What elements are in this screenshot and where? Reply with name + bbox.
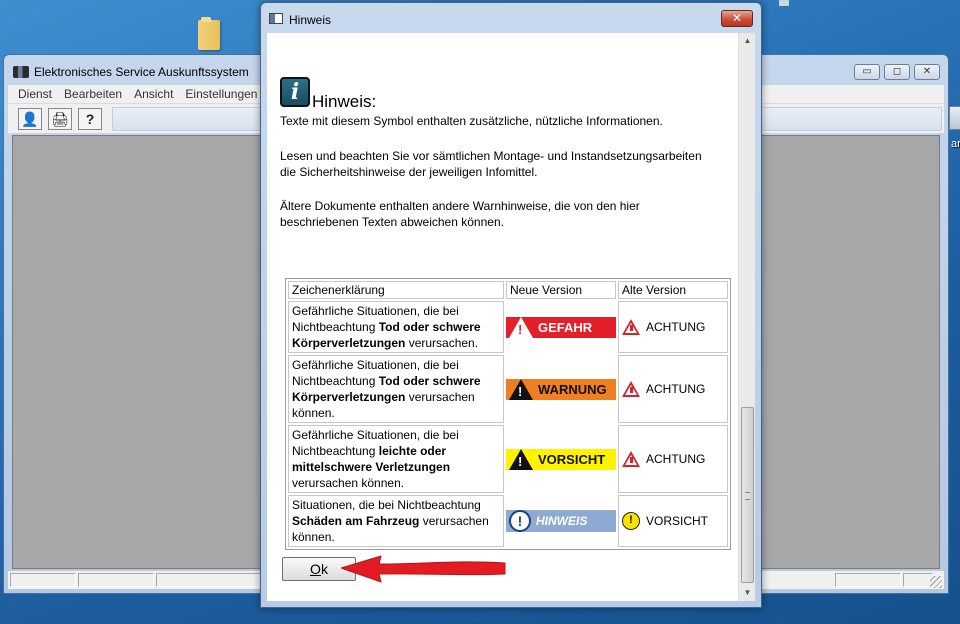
background-window-edge — [779, 0, 789, 6]
symbol-legend-table: Zeichenerklärung Neue Version Alte Versi… — [285, 278, 731, 550]
dialog-title: Hinweis — [289, 13, 332, 27]
table-row: Gefährliche Situationen, die bei Nichtbe… — [288, 355, 728, 423]
sign-label: GEFAHR — [538, 319, 593, 335]
old-warning-triangle-icon — [622, 451, 640, 467]
toolbar-user-button[interactable]: 👤 — [18, 108, 42, 130]
old-version-sign: ! VORSICHT — [618, 495, 728, 547]
new-version-sign: ! WARNUNG — [506, 355, 616, 423]
legacy-paragraph: Ältere Dokumente enthalten andere Warnhi… — [280, 199, 640, 229]
desktop-shortcut-label[interactable]: ar — [951, 138, 960, 150]
app-icon — [13, 66, 29, 78]
menu-dienst[interactable]: Dienst — [18, 87, 52, 101]
status-cell-3 — [156, 573, 266, 587]
header-alte-version: Alte Version — [618, 281, 728, 299]
new-version-sign: ! HINWEIS — [506, 495, 616, 547]
dialog-content-area: ▲ ▼ i Hinweis: Texte mit diesem Symbol e… — [267, 33, 755, 601]
desc-text: verursachen können. — [292, 476, 405, 490]
menu-ansicht[interactable]: Ansicht — [134, 87, 173, 101]
warnung-sign: ! WARNUNG — [506, 378, 616, 400]
new-version-sign: ! VORSICHT — [506, 425, 616, 493]
warning-triangle-icon: ! — [509, 448, 533, 470]
menu-bearbeiten[interactable]: Bearbeiten — [64, 87, 122, 101]
ok-accelerator: O — [310, 561, 321, 577]
old-sign-label: ACHTUNG — [646, 452, 706, 466]
vorsicht-sign: ! VORSICHT — [506, 448, 616, 470]
gefahr-sign: ! GEFAHR — [506, 316, 616, 338]
table-row: Gefährliche Situationen, die bei Nichtbe… — [288, 301, 728, 353]
minimize-icon: ▭ — [862, 66, 872, 77]
old-warning-triangle-icon — [622, 381, 640, 397]
dialog-titlebar[interactable]: Hinweis ✕ — [261, 3, 761, 33]
resize-grip-icon[interactable] — [930, 576, 942, 588]
dialog-window-icon — [269, 13, 283, 24]
header-zeichenerklaerung: Zeichenerklärung — [288, 281, 504, 299]
scrollbar-grip — [745, 492, 750, 500]
toolbar-help-button[interactable]: ? — [78, 108, 102, 130]
status-cell-1 — [10, 573, 76, 587]
row-description: Gefährliche Situationen, die bei Nichtbe… — [288, 425, 504, 493]
menu-einstellungen[interactable]: Einstellungen — [185, 87, 257, 101]
user-icon: 👤 — [21, 110, 39, 127]
sign-label: WARNUNG — [538, 381, 607, 397]
close-button[interactable]: ✕ — [914, 64, 940, 80]
new-version-sign: ! GEFAHR — [506, 301, 616, 353]
close-icon: ✕ — [922, 66, 932, 77]
status-cell-4 — [835, 573, 901, 587]
window-controls: ▭ ◻ ✕ — [854, 64, 940, 80]
status-cell-5 — [903, 573, 933, 587]
hinweis-sign: ! HINWEIS — [506, 510, 616, 532]
table-row: Situationen, die bei Nichtbeachtung Schä… — [288, 495, 728, 547]
old-warning-triangle-icon — [622, 319, 640, 335]
sign-label: HINWEIS — [536, 514, 588, 528]
table-row: Gefährliche Situationen, die bei Nichtbe… — [288, 425, 728, 493]
safety-paragraph: Lesen und beachten Sie vor sämtlichen Mo… — [280, 149, 702, 179]
status-cell-2 — [78, 573, 154, 587]
red-arrow-annotation-icon — [341, 555, 506, 583]
help-icon: ? — [85, 111, 95, 127]
old-sign-label: ACHTUNG — [646, 320, 706, 334]
intro-text: Texte mit diesem Symbol enthalten zusätz… — [280, 114, 663, 128]
sign-label: VORSICHT — [538, 451, 606, 467]
hinweis-heading: Hinweis: — [312, 92, 377, 111]
info-icon: i — [280, 77, 310, 107]
row-description: Gefährliche Situationen, die bei Nichtbe… — [288, 301, 504, 353]
printer-icon: 🖨 — [51, 110, 69, 127]
desktop-shortcut-icon[interactable] — [949, 106, 960, 130]
scroll-up-arrow-icon[interactable]: ▲ — [739, 33, 755, 49]
row-description: Gefährliche Situationen, die bei Nichtbe… — [288, 355, 504, 423]
maximize-button[interactable]: ◻ — [884, 64, 910, 80]
vertical-scrollbar[interactable]: ▲ ▼ — [738, 33, 755, 601]
desc-bold-text: Schäden am Fahrzeug — [292, 514, 420, 528]
main-window-title: Elektronisches Service Auskunftssystem — [34, 65, 249, 79]
scrollbar-thumb[interactable] — [741, 407, 754, 583]
table-header-row: Zeichenerklärung Neue Version Alte Versi… — [288, 281, 728, 299]
desc-text: Situationen, die bei Nichtbeachtung — [292, 498, 481, 512]
header-neue-version: Neue Version — [506, 281, 616, 299]
warning-triangle-icon: ! — [509, 378, 533, 400]
hinweis-dialog: Hinweis ✕ ▲ ▼ i Hinweis: Texte mit diese… — [260, 2, 762, 608]
folder-icon[interactable] — [198, 17, 220, 50]
old-version-sign: ACHTUNG — [618, 355, 728, 423]
desc-text: verursachen. — [405, 336, 479, 350]
minimize-button[interactable]: ▭ — [854, 64, 880, 80]
row-description: Situationen, die bei Nichtbeachtung Schä… — [288, 495, 504, 547]
old-sign-label: VORSICHT — [646, 514, 709, 528]
old-exclamation-circle-icon: ! — [622, 512, 640, 530]
scroll-down-arrow-icon[interactable]: ▼ — [739, 585, 755, 601]
old-version-sign: ACHTUNG — [618, 301, 728, 353]
old-version-sign: ACHTUNG — [618, 425, 728, 493]
exclamation-circle-icon: ! — [509, 510, 531, 532]
dialog-close-button[interactable]: ✕ — [721, 10, 753, 27]
maximize-icon: ◻ — [892, 66, 902, 77]
warning-triangle-icon: ! — [509, 316, 533, 338]
ok-label-rest: k — [320, 561, 328, 577]
toolbar-print-button[interactable]: 🖨 — [48, 108, 72, 130]
old-sign-label: ACHTUNG — [646, 382, 706, 396]
